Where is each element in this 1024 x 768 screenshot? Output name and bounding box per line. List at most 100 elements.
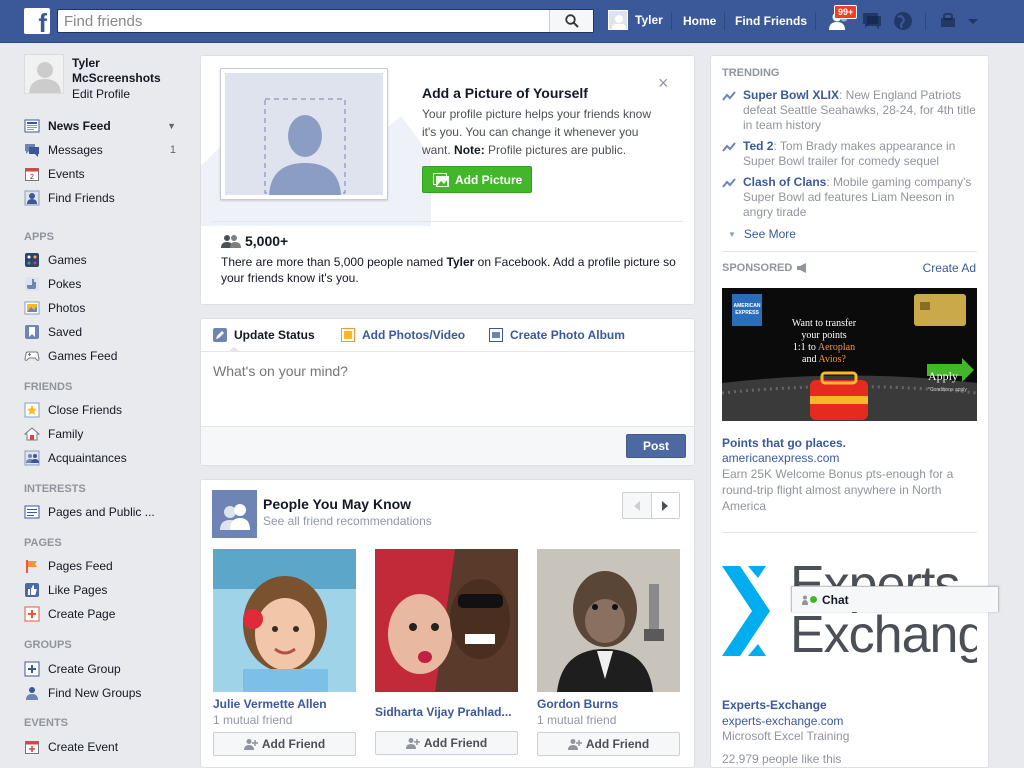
close-icon[interactable]: × [658, 74, 669, 92]
sidebar-item-games-feed[interactable]: Games Feed [24, 347, 184, 365]
search-button[interactable] [549, 10, 593, 32]
add-picture-note-text: Profile pictures are public. [488, 143, 627, 157]
trending-item[interactable]: Super Bowl XLIX: New England Patriots de… [722, 88, 982, 133]
globe-icon[interactable] [893, 11, 913, 31]
sidebar-item-close-friends[interactable]: Close Friends [24, 401, 184, 419]
trending-item[interactable]: Ted 2: Tom Brady makes appearance in Sup… [722, 139, 982, 169]
sidebar-item-pages-public[interactable]: Pages and Public ... [24, 503, 184, 521]
ad-domain[interactable]: experts-exchange.com [722, 714, 843, 728]
sidebar-profile: Tyler McScreenshots Edit Profile [24, 54, 184, 104]
bookmark-icon [24, 324, 40, 340]
sidebar-item-pokes[interactable]: Pokes [24, 275, 184, 293]
section-title-pages: PAGES [24, 537, 62, 549]
sidebar-item-saved[interactable]: Saved [24, 323, 184, 341]
tab-label: Create Photo Album [510, 328, 625, 342]
ad-domain[interactable]: americanexpress.com [722, 451, 839, 465]
sidebar-item-create-group[interactable]: Create Group [24, 660, 184, 678]
sidebar-item-create-page[interactable]: Create Page [24, 605, 184, 623]
sidebar-item-events[interactable]: 2 Events [24, 165, 184, 183]
person-name[interactable]: Sidharta Vijay Prahlad... [375, 705, 512, 719]
person-name[interactable]: Gordon Burns [537, 697, 618, 711]
like-thumb-icon [24, 582, 40, 598]
ad-apply-text: Apply [928, 369, 958, 383]
trending-topic: Clash of Clans [743, 175, 827, 189]
sidebar-item-label: Pages and Public ... [48, 505, 155, 519]
find-friends-icon [24, 190, 40, 206]
ad-conditions-text: *Conditions apply [928, 387, 967, 393]
facebook-logo[interactable]: f [24, 8, 50, 34]
camera-photo-icon [433, 172, 449, 187]
sidebar-item-acquaintances[interactable]: Acquaintances [24, 449, 184, 467]
trending-arrow-icon [722, 91, 736, 101]
sidebar-item-label: Create Event [48, 740, 119, 754]
sidebar-item-photos[interactable]: Photos [24, 299, 184, 317]
sidebar-item-news-feed[interactable]: News Feed ▼ [24, 117, 184, 135]
account-menu-chevron-icon[interactable] [966, 11, 980, 31]
chat-tab[interactable]: Chat [791, 586, 999, 612]
person-photo[interactable] [213, 549, 356, 692]
profile-picture-frame[interactable] [220, 68, 388, 200]
chevron-right-icon [662, 500, 669, 511]
sidebar-item-games[interactable]: Games [24, 251, 184, 269]
chat-label: Chat [822, 592, 849, 607]
ad-image-experts-exchange[interactable]: Experts Exchang [722, 551, 977, 684]
sidebar-item-family[interactable]: Family [24, 425, 184, 443]
news-feed-options-chevron-icon[interactable]: ▼ [167, 121, 184, 131]
pymk-see-all-link[interactable]: See all friend recommendations [263, 514, 432, 528]
sidebar-item-find-friends[interactable]: Find Friends [24, 189, 184, 207]
nav-user-link[interactable]: Tyler [608, 10, 663, 30]
sidebar-item-find-groups[interactable]: Find New Groups [24, 684, 184, 702]
divider [722, 532, 977, 533]
ad-body: Microsoft Excel Training [722, 729, 850, 743]
home-link[interactable]: Home [683, 14, 716, 28]
pager-prev-button[interactable] [623, 493, 652, 518]
status-input[interactable] [213, 363, 683, 413]
messages-icon[interactable] [861, 11, 883, 31]
post-button[interactable]: Post [626, 434, 686, 458]
chat-person-icon [802, 595, 808, 605]
add-friend-button[interactable]: Add Friend [213, 732, 356, 756]
svg-text:2: 2 [30, 174, 34, 181]
ad-likes: 22,979 people like this [722, 752, 842, 766]
ad-image-line: your points [801, 330, 847, 341]
ad-headline[interactable]: Points that go places. [722, 436, 846, 450]
edit-profile-link[interactable]: Edit Profile [72, 87, 130, 101]
person-photo[interactable] [375, 549, 518, 692]
ad-image-amex[interactable]: AMERICAN EXPRESS Want to transfer your p… [722, 288, 977, 421]
ad-image-line: 1:1 to Aeroplan [792, 342, 856, 353]
profile-avatar[interactable] [24, 54, 64, 94]
profile-name[interactable]: Tyler McScreenshots [72, 56, 182, 86]
trending-item[interactable]: Clash of Clans: Mobile gaming company's … [722, 175, 982, 220]
sidebar-item-pages-feed[interactable]: Pages Feed [24, 557, 184, 575]
create-page-plus-icon [24, 606, 40, 622]
tab-update-status[interactable]: Update Status [213, 328, 315, 342]
online-status-dot [810, 596, 817, 603]
person-photo[interactable] [537, 549, 680, 692]
ad-headline[interactable]: Experts-Exchange [722, 698, 827, 712]
add-picture-button[interactable]: Add Picture [422, 166, 532, 193]
trending-topic: Super Bowl XLIX [743, 88, 840, 102]
sidebar-item-create-event[interactable]: Create Event [24, 738, 184, 756]
privacy-shortcuts-icon[interactable] [939, 11, 959, 31]
create-ad-link[interactable]: Create Ad [923, 261, 976, 275]
search-input[interactable] [58, 10, 548, 32]
composer-footer: Post [201, 426, 694, 465]
section-title-groups: GROUPS [24, 639, 72, 651]
add-friend-button[interactable]: Add Friend [375, 731, 518, 755]
person-name[interactable]: Julie Vermette Allen [213, 697, 327, 711]
find-friends-link[interactable]: Find Friends [735, 14, 807, 28]
active-tab-caret [228, 347, 240, 352]
sidebar-item-label: Events [48, 167, 85, 181]
add-friend-button[interactable]: Add Friend [537, 732, 680, 756]
create-group-plus-icon [24, 661, 40, 677]
sidebar-item-messages[interactable]: Messages 1 [24, 141, 184, 159]
pymk-title: People You May Know [263, 496, 412, 512]
sidebar-item-like-pages[interactable]: Like Pages [24, 581, 184, 599]
divider [213, 221, 683, 222]
pager-next-button[interactable] [651, 493, 679, 518]
tab-add-photos[interactable]: Add Photos/Video [341, 328, 465, 342]
gamepad-icon [24, 348, 40, 364]
sponsored-header: SPONSORED [722, 262, 808, 274]
tab-create-album[interactable]: Create Photo Album [489, 328, 625, 342]
see-more-link[interactable]: ▼ See More [728, 227, 796, 241]
